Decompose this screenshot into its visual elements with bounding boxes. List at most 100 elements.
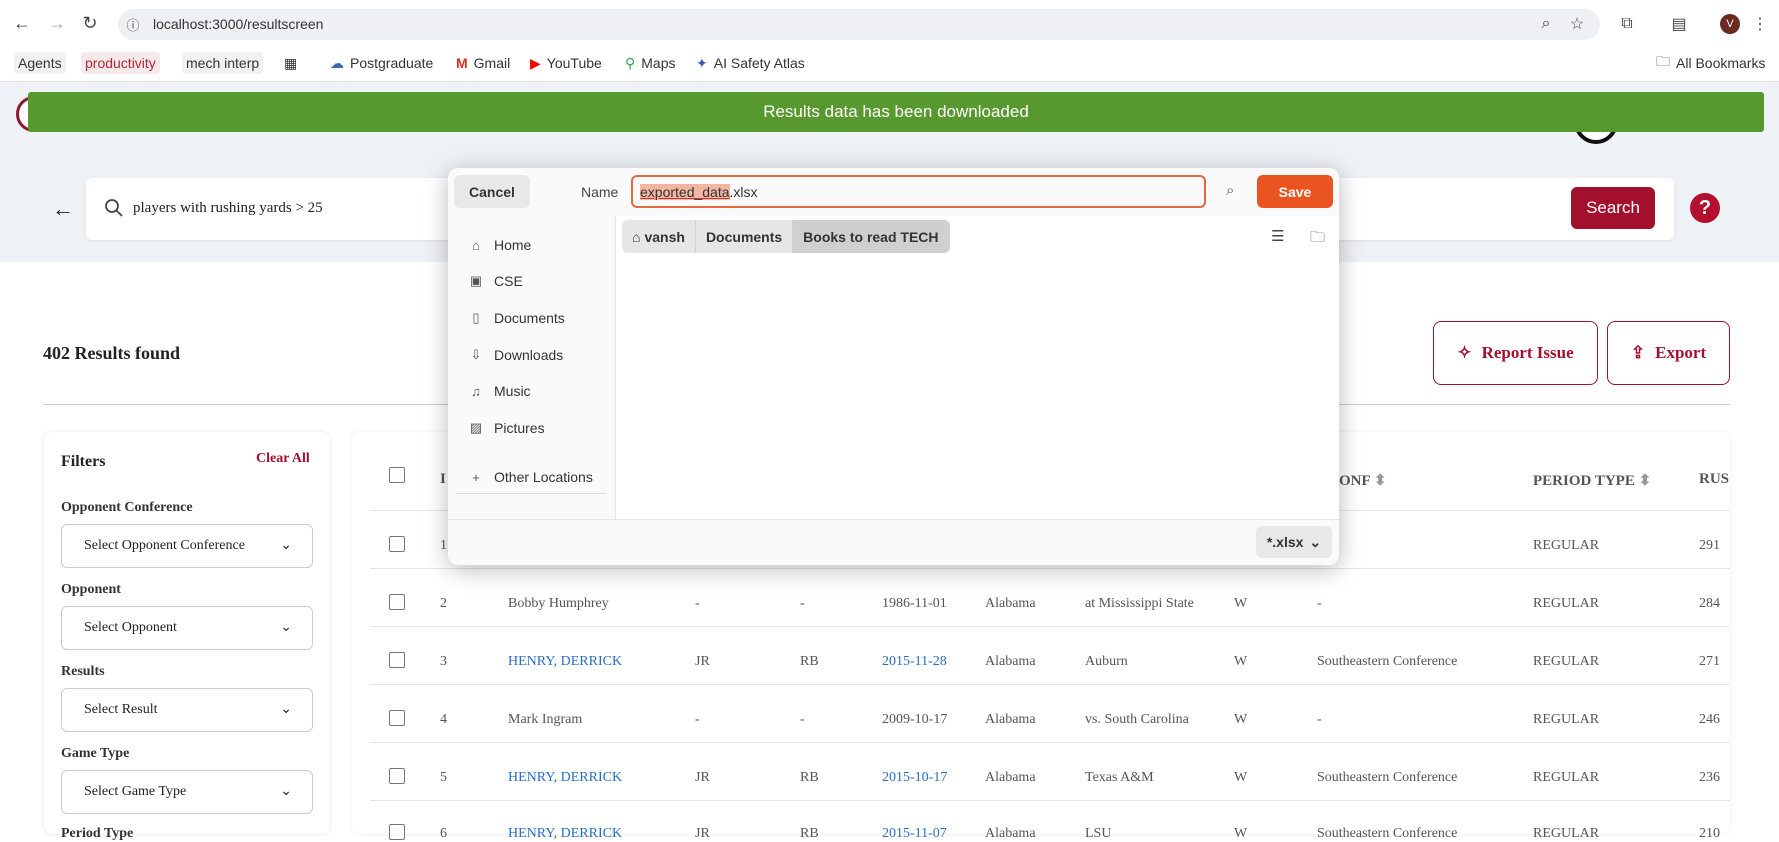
export-button[interactable]: ⇪ Export — [1607, 321, 1730, 385]
filename-input[interactable]: exported_data.xlsx — [631, 175, 1206, 208]
extensions-icon[interactable]: ⧉ — [1616, 13, 1638, 35]
cell-date[interactable]: 2015-10-17 — [882, 770, 947, 786]
file-list[interactable] — [617, 258, 1339, 519]
help-icon[interactable]: ? — [1690, 193, 1720, 223]
list-view-icon[interactable]: ☰ — [1271, 227, 1284, 245]
place-label: Documents — [494, 310, 565, 326]
opponent-conference-select[interactable]: Select Opponent Conference ⌄ — [61, 524, 313, 568]
cell-name[interactable]: HENRY, DERRICK — [508, 826, 622, 842]
file-type-filter[interactable]: *.xlsx ⌄ — [1256, 526, 1332, 558]
clear-all-button[interactable]: Clear All — [256, 451, 310, 467]
back-arrow-icon[interactable]: ← — [52, 196, 74, 222]
sort-icon: ⬍ — [1638, 473, 1652, 489]
cell-cls: JR — [695, 654, 710, 669]
cell-conf: Southeastern Conference — [1317, 770, 1458, 785]
bookmark-star-icon[interactable]: ☆ — [1566, 13, 1588, 35]
place-music[interactable]: ♫ Music — [468, 381, 530, 401]
place-pictures[interactable]: ▨ Pictures — [468, 418, 545, 438]
place-cse[interactable]: ▣ CSE — [468, 271, 523, 291]
search-icon[interactable]: ⌕ — [1226, 182, 1234, 199]
back-icon[interactable]: ← — [11, 12, 33, 34]
place-other-locations[interactable]: + Other Locations — [468, 467, 593, 487]
place-label: Other Locations — [494, 469, 593, 485]
bookmark-postgraduate[interactable]: ☁ Postgraduate — [326, 52, 437, 74]
forward-icon[interactable]: → — [46, 12, 68, 34]
gmail-icon: M — [456, 55, 468, 71]
new-folder-icon[interactable]: 🗀 — [1310, 227, 1325, 252]
column-header-id[interactable]: I — [440, 471, 446, 488]
reload-icon[interactable]: ↻ — [79, 12, 101, 34]
select-all-checkbox[interactable] — [389, 467, 405, 483]
opponent-select[interactable]: Select Opponent ⌄ — [61, 606, 313, 650]
row-checkbox[interactable] — [389, 768, 405, 784]
dialog-footer — [448, 519, 1339, 565]
filter-label-opponent: Opponent — [61, 582, 121, 597]
column-header-rushing[interactable]: RUS — [1699, 471, 1729, 488]
row-checkbox[interactable] — [389, 594, 405, 610]
profile-avatar[interactable]: V — [1720, 14, 1740, 34]
home-icon: ⌂ — [632, 228, 641, 245]
cell-pos: RB — [800, 770, 819, 785]
chevron-down-icon: ⌄ — [280, 620, 292, 635]
crumb-vansh[interactable]: ⌂ vansh — [622, 220, 696, 253]
cell-opp: at Mississippi State — [1085, 596, 1194, 611]
cell-date: 2009-10-17 — [882, 712, 948, 727]
zoom-icon[interactable]: ⌕ — [1535, 13, 1557, 35]
cell-n: 5 — [440, 770, 447, 785]
cloud-icon: ☁ — [330, 54, 344, 71]
row-checkbox[interactable] — [389, 536, 405, 552]
result-select[interactable]: Select Result ⌄ — [61, 688, 313, 732]
bookmark-label: Postgraduate — [350, 55, 434, 71]
cell-rush: 284 — [1699, 596, 1720, 611]
select-placeholder: Select Opponent — [84, 620, 177, 635]
apps-grid-icon[interactable]: ▦ — [280, 52, 301, 74]
cell-res: W — [1234, 596, 1248, 611]
bookmark-maps[interactable]: ⚲ Maps — [621, 52, 680, 74]
cell-period: REGULAR — [1533, 596, 1600, 611]
site-info-icon[interactable]: ⓘ — [122, 13, 144, 35]
cell-name[interactable]: HENRY, DERRICK — [508, 654, 622, 670]
crumb-books-to-read-tech[interactable]: Books to read TECH — [793, 220, 950, 253]
column-header-conference[interactable]: ONF ⬍ — [1339, 471, 1386, 490]
row-checkbox[interactable] — [389, 652, 405, 668]
cell-name[interactable]: HENRY, DERRICK — [508, 770, 622, 786]
cell-date[interactable]: 2015-11-28 — [882, 654, 947, 670]
sparkle-icon: ✧ — [1457, 343, 1472, 362]
place-home[interactable]: ⌂ Home — [468, 235, 531, 255]
chevron-down-icon: ⌄ — [1309, 533, 1322, 550]
place-documents[interactable]: ▯ Documents — [468, 308, 565, 328]
bookmark-youtube[interactable]: ▶ YouTube — [526, 52, 606, 74]
search-button[interactable]: Search — [1571, 187, 1655, 229]
crumb-documents[interactable]: Documents — [696, 220, 794, 253]
cancel-button[interactable]: Cancel — [454, 175, 530, 208]
sidepanel-icon[interactable]: ▤ — [1668, 13, 1690, 35]
bookmark-productivity[interactable]: productivity — [81, 52, 160, 74]
cell-date[interactable]: 2015-11-07 — [882, 826, 947, 842]
menu-kebab-icon[interactable]: ⋮ — [1749, 13, 1771, 35]
bookmark-mech-interp[interactable]: mech interp — [182, 52, 264, 74]
sort-icon: ⬍ — [1373, 473, 1387, 489]
bookmark-ai-safety-atlas[interactable]: ✦ AI Safety Atlas — [692, 52, 809, 74]
download-toast: Results data has been downloaded — [28, 92, 1764, 132]
row-divider — [370, 626, 1730, 627]
address-bar[interactable] — [118, 9, 1600, 40]
cell-rush: 246 — [1699, 712, 1720, 727]
row-checkbox[interactable] — [389, 710, 405, 726]
place-downloads[interactable]: ⇩ Downloads — [468, 345, 564, 365]
plus-icon: + — [472, 469, 480, 485]
all-bookmarks[interactable]: 🗀 All Bookmarks — [1652, 52, 1769, 74]
row-checkbox[interactable] — [389, 824, 405, 840]
results-count: 402 Results found — [43, 343, 181, 363]
bookmark-agents[interactable]: Agents — [14, 52, 66, 74]
report-issue-button[interactable]: ✧ Report Issue — [1433, 321, 1598, 385]
cell-rush: 291 — [1699, 538, 1720, 553]
cell-rush: 271 — [1699, 654, 1720, 669]
document-icon: ▯ — [472, 310, 480, 325]
game-type-select[interactable]: Select Game Type ⌄ — [61, 770, 313, 814]
filter-label-results: Results — [61, 664, 105, 679]
bookmark-gmail[interactable]: M Gmail — [452, 52, 514, 74]
save-button[interactable]: Save — [1257, 175, 1333, 208]
column-header-period-type[interactable]: PERIOD TYPE ⬍ — [1533, 471, 1651, 490]
cell-conf: Southeastern Conference — [1317, 654, 1458, 669]
crumb-label: vansh — [644, 228, 685, 245]
